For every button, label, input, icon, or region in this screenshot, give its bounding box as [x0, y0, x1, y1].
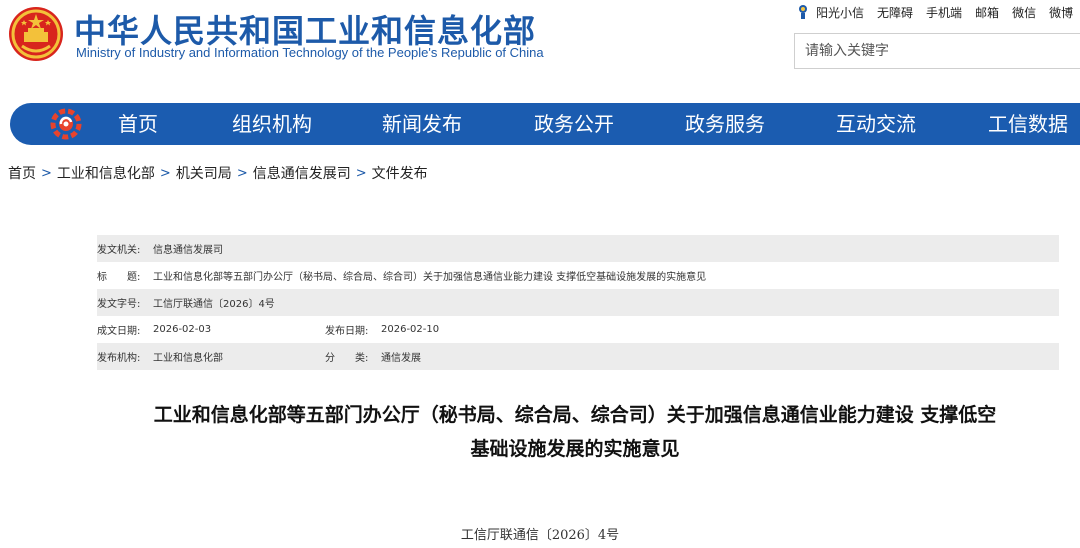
- sun-mascot-icon: [799, 5, 807, 19]
- breadcrumb-separator: >: [355, 165, 367, 181]
- document-number: 工信厅联通信〔2026〕4号: [460, 528, 620, 543]
- breadcrumb-ministry[interactable]: 工业和信息化部: [57, 163, 155, 183]
- document-title-line-2: 基础设施发展的实施意见: [470, 438, 680, 460]
- created-label: 成文日期:: [97, 326, 141, 337]
- info-row-title: 标 题: 工业和信息化部等五部门办公厅（秘书局、综合局、综合司）关于加强信息通信…: [97, 262, 1059, 289]
- info-row-org: 发布机构: 工业和信息化部 分 类: 通信发展: [97, 343, 1059, 370]
- top-link-sunshine[interactable]: 阳光小信: [816, 4, 864, 21]
- created-value: 2026-02-03: [153, 324, 212, 335]
- org-label: 发布机构:: [97, 353, 141, 364]
- category-value: 通信发展: [381, 353, 421, 364]
- top-link-accessibility[interactable]: 无障碍: [877, 4, 913, 21]
- nav-government-affairs[interactable]: 政务公开: [534, 103, 614, 145]
- search-input[interactable]: [794, 33, 1080, 69]
- issuer-value: 信息通信发展司: [153, 245, 223, 256]
- nav-organization[interactable]: 组织机构: [232, 103, 312, 145]
- info-row-issuer: 发文机关: 信息通信发展司: [97, 235, 1059, 262]
- top-link-mobile[interactable]: 手机端: [926, 4, 962, 21]
- top-link-weibo[interactable]: 微博: [1049, 4, 1073, 21]
- org-value: 工业和信息化部: [153, 353, 223, 364]
- category-label: 分 类:: [325, 353, 369, 364]
- published-value: 2026-02-10: [381, 324, 440, 335]
- title-value: 工业和信息化部等五部门办公厅（秘书局、综合局、综合司）关于加强信息通信业能力建设…: [153, 272, 707, 283]
- nav-data[interactable]: 工信数据: [988, 103, 1068, 145]
- issuer-label: 发文机关:: [97, 245, 141, 256]
- top-link-mail[interactable]: 邮箱: [975, 4, 999, 21]
- site-title-english: Ministry of Industry and Information Tec…: [76, 45, 544, 60]
- breadcrumb-home[interactable]: 首页: [8, 163, 36, 183]
- breadcrumb-ict-department[interactable]: 信息通信发展司: [253, 163, 351, 183]
- miit-logo-icon: [50, 108, 82, 140]
- published-label: 发布日期:: [325, 326, 369, 337]
- top-links: 阳光小信 无障碍 手机端 邮箱 微信 微博: [796, 3, 1080, 21]
- breadcrumb-departments[interactable]: 机关司局: [176, 163, 232, 183]
- nav-government-services[interactable]: 政务服务: [685, 103, 765, 145]
- national-emblem-icon: [8, 6, 64, 62]
- breadcrumb-separator: >: [236, 165, 248, 181]
- breadcrumb-documents[interactable]: 文件发布: [372, 163, 428, 183]
- document-title-line-1: 工业和信息化部等五部门办公厅（秘书局、综合局、综合司）关于加强信息通信业能力建设…: [153, 404, 997, 426]
- breadcrumb-separator: >: [41, 165, 52, 181]
- nav-home[interactable]: 首页: [118, 103, 158, 145]
- title-label: 标 题:: [97, 272, 141, 283]
- doc-no-value: 工信厅联通信〔2026〕4号: [153, 299, 275, 310]
- nav-news[interactable]: 新闻发布: [382, 103, 462, 145]
- top-link-wechat[interactable]: 微信: [1012, 4, 1036, 21]
- doc-no-label: 发文字号:: [97, 299, 141, 310]
- breadcrumb: 首页 > 工业和信息化部 > 机关司局 > 信息通信发展司 > 文件发布: [8, 163, 428, 183]
- nav-interaction[interactable]: 互动交流: [836, 103, 916, 145]
- info-row-doc-no: 发文字号: 工信厅联通信〔2026〕4号: [97, 289, 1059, 316]
- document-title: 工业和信息化部等五部门办公厅（秘书局、综合局、综合司）关于加强信息通信业能力建设…: [70, 398, 1080, 466]
- info-row-dates: 成文日期: 2026-02-03 发布日期: 2026-02-10: [97, 316, 1059, 343]
- breadcrumb-separator: >: [159, 165, 171, 181]
